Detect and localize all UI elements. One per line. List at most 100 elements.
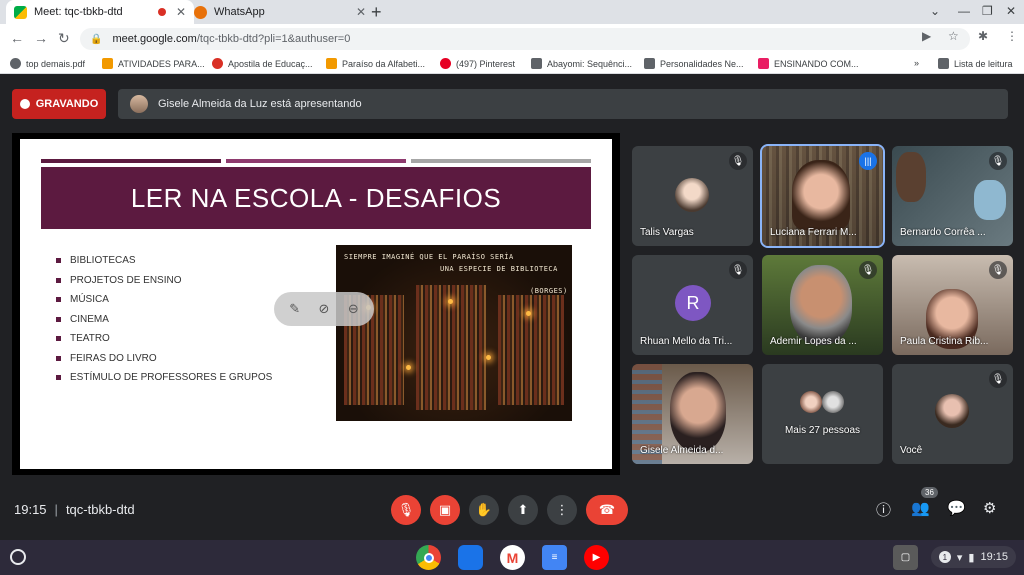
bookmark-item[interactable]: top demais.pdf xyxy=(10,58,85,69)
lamp xyxy=(448,299,453,304)
recording-indicator-icon xyxy=(157,8,166,16)
slide-bullet: ESTÍMULO DE PROFESSORES E GRUPOS xyxy=(56,368,272,388)
mic-off-icon: 🎙 xyxy=(989,261,1007,279)
files-app-icon[interactable] xyxy=(458,545,483,570)
whatsapp-favicon-icon xyxy=(194,5,207,19)
more-vert-icon: ⋮ xyxy=(555,502,569,517)
image-quote-line-1: SIEMPRE IMAGINÉ QUE EL PARAÍSO SERÍA xyxy=(344,253,514,261)
meeting-info-icon[interactable]: ⓘ xyxy=(876,499,891,520)
participant-name: Paula Cristina Rib... xyxy=(900,336,989,347)
participant-tile[interactable]: 🎙 Talis Vargas xyxy=(632,146,753,246)
new-tab-button[interactable]: + xyxy=(371,2,382,23)
record-dot-icon xyxy=(19,99,30,109)
bookmark-item[interactable]: Abayomi: Sequênci... xyxy=(531,58,632,69)
minimize-icon[interactable]: — xyxy=(958,4,970,18)
close-tab-icon[interactable]: ✕ xyxy=(356,5,366,19)
slide-bar xyxy=(411,159,591,163)
restore-icon[interactable]: ❐ xyxy=(982,4,993,18)
camera-off-icon: ▣ xyxy=(438,502,452,517)
slide-bullet: FEIRAS DO LIVRO xyxy=(56,349,272,369)
bookmark-item[interactable]: (497) Pinterest xyxy=(440,58,515,69)
meet-favicon-icon xyxy=(14,5,27,19)
raise-hand-button[interactable]: ✋ xyxy=(469,495,499,525)
leave-call-button[interactable]: ☎ xyxy=(586,495,628,525)
presenter-avatar xyxy=(130,95,148,113)
close-window-icon[interactable]: ✕ xyxy=(1006,4,1016,18)
mic-off-icon: 🎙 xyxy=(989,152,1007,170)
participant-tile[interactable]: 🎙 Paula Cristina Rib... xyxy=(892,255,1013,355)
participant-face xyxy=(974,180,1006,220)
lock-icon[interactable]: 🔒 xyxy=(90,34,102,45)
tab-whatsapp[interactable]: WhatsApp ✕ xyxy=(186,0,374,24)
close-tab-icon[interactable]: ✕ xyxy=(176,5,186,19)
bullet-text: BIBLIOTECAS xyxy=(70,255,136,267)
reload-icon[interactable]: ↻ xyxy=(58,30,70,47)
youtube-app-icon[interactable]: ▶ xyxy=(584,545,609,570)
mute-presentation-icon[interactable]: ⊘ xyxy=(319,301,330,317)
camera-toggle-button[interactable]: ▣ xyxy=(430,495,460,525)
mic-off-icon: 🎙 xyxy=(729,152,747,170)
mic-off-icon: 🎙 xyxy=(729,261,747,279)
pinterest-icon xyxy=(440,58,451,69)
participant-tile[interactable]: 🎙 Ademir Lopes da ... xyxy=(762,255,883,355)
bullet-square-icon xyxy=(56,375,61,381)
launcher-icon[interactable] xyxy=(10,549,26,565)
presentation-controls: ✎ ⊘ ⊖ xyxy=(274,292,374,326)
bookmark-item[interactable]: Apostila de Educaç... xyxy=(212,58,313,69)
bullet-text: CINEMA xyxy=(70,313,109,325)
reading-list-button[interactable]: Lista de leitura xyxy=(938,58,1013,69)
chat-icon[interactable]: 💬 xyxy=(947,499,966,517)
back-icon[interactable]: ← xyxy=(10,30,24,46)
self-avatar xyxy=(935,394,969,428)
activities-icon[interactable]: ⚙ xyxy=(983,499,996,517)
menu-kebab-icon[interactable]: ⋮ xyxy=(1006,29,1018,43)
participant-avatar xyxy=(800,391,822,413)
status-tray[interactable]: 1 ▾ ▮ 19:15 xyxy=(930,546,1016,568)
remove-icon[interactable]: ⊖ xyxy=(348,301,359,317)
forward-icon[interactable]: → xyxy=(34,30,48,46)
mic-toggle-button[interactable]: 🎙 xyxy=(391,495,421,525)
participant-tile[interactable]: ||| Luciana Ferrari M... xyxy=(760,144,885,248)
tab-meet[interactable]: Meet: tqc-tbkb-dtd ✕ xyxy=(6,0,194,24)
url-host: meet.google.com xyxy=(112,33,197,45)
participant-face xyxy=(792,160,850,230)
participant-tile[interactable]: 🎙 Bernardo Corrêa ... xyxy=(892,146,1013,246)
screen-capture-icon[interactable]: ▢ xyxy=(893,545,918,570)
bookmark-star-icon[interactable]: ☆ xyxy=(948,29,959,43)
bookmark-item[interactable]: Paraíso da Alfabeti... xyxy=(326,58,425,69)
more-bookmarks-button[interactable]: » xyxy=(914,58,919,68)
bullet-square-icon xyxy=(56,355,61,361)
participant-tile[interactable]: Gisele Almeida d... xyxy=(632,364,753,464)
chrome-app-icon[interactable] xyxy=(416,545,441,570)
bookmark-icon xyxy=(10,58,21,69)
tab-search-icon[interactable]: ⌄ xyxy=(930,4,940,18)
recording-button[interactable]: GRAVANDO xyxy=(12,89,106,119)
docs-app-icon[interactable]: ≡ xyxy=(542,545,567,570)
bookmark-label: ATIVIDADES PARA... xyxy=(118,58,205,69)
tab-title: WhatsApp xyxy=(214,6,265,18)
extensions-icon[interactable]: ✱ xyxy=(978,29,988,43)
more-participants-label: Mais 27 pessoas xyxy=(784,425,861,436)
bookmark-item[interactable]: Personalidades Ne... xyxy=(644,58,744,69)
participant-face xyxy=(670,372,726,452)
bullet-text: MÚSICA xyxy=(70,294,109,306)
address-bar[interactable]: 🔒 meet.google.com/tqc-tbkb-dtd?pli=1&aut… xyxy=(80,28,970,50)
camera-in-use-icon[interactable]: ▶ xyxy=(922,29,931,43)
gmail-app-icon[interactable]: M xyxy=(500,545,525,570)
present-button[interactable]: ⬆ xyxy=(508,495,538,525)
participant-tile-self[interactable]: 🎙 Você xyxy=(892,364,1013,464)
participant-tile[interactable]: Mais 27 pessoas xyxy=(762,364,883,464)
bookmark-icon xyxy=(212,58,223,69)
slide-header-bars xyxy=(41,159,591,163)
bookmark-item[interactable]: ENSINANDO COM... xyxy=(758,58,859,69)
bullet-square-icon xyxy=(56,297,61,303)
bookmark-item[interactable]: ATIVIDADES PARA... xyxy=(102,58,205,69)
pin-icon[interactable]: ✎ xyxy=(289,301,300,317)
bookmark-label: ENSINANDO COM... xyxy=(774,58,859,69)
presentation-stage[interactable]: LER NA ESCOLA - DESAFIOS BIBLIOTECAS PRO… xyxy=(12,133,620,475)
browser-toolbar: ← → ↻ 🔒 meet.google.com/tqc-tbkb-dtd?pli… xyxy=(0,24,1024,54)
people-icon[interactable]: 👥 xyxy=(911,499,930,517)
participant-tile[interactable]: R 🎙 Rhuan Mello da Tri... xyxy=(632,255,753,355)
people-count-badge: 36 xyxy=(921,487,938,498)
more-options-button[interactable]: ⋮ xyxy=(547,495,577,525)
